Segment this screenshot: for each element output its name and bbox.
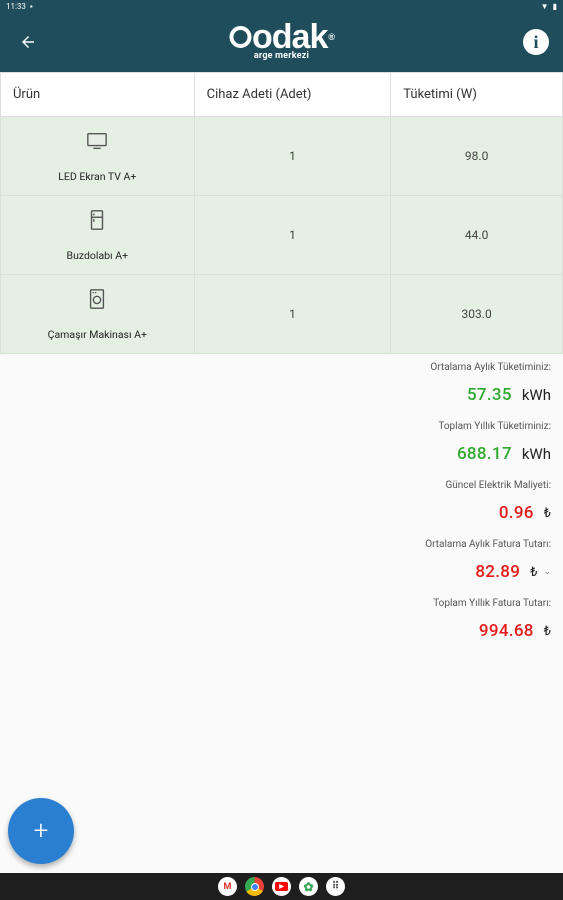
- add-icon: +: [33, 816, 49, 846]
- registered-mark: ®: [328, 32, 335, 42]
- taskbar: M ▶ ✿ ⠿: [0, 873, 563, 900]
- photos-icon[interactable]: ✿: [299, 877, 318, 896]
- summary-panel: Ortalama Aylık Tüketiminiz: 57.35 kWh To…: [425, 362, 551, 657]
- yearly-bill-unit: ₺: [543, 623, 551, 639]
- chrome-icon[interactable]: [245, 877, 264, 896]
- product-name: Buzdolabı A+: [66, 248, 129, 262]
- tv-icon: [87, 132, 108, 149]
- add-button[interactable]: +: [8, 798, 74, 864]
- table-row[interactable]: Buzdolabı A+ 1 44.0: [0, 195, 563, 275]
- app-bar: odak ® arge merkezi i: [0, 12, 563, 72]
- notification-icon: ▪: [29, 1, 33, 11]
- monthly-bill-unit: ₺: [530, 564, 538, 580]
- product-cell: Buzdolabı A+: [0, 195, 195, 275]
- product-cell: Çamaşır Makinası A+: [0, 274, 195, 354]
- product-table: Ürün Cihaz Adeti (Adet) Tüketimi (W) LED…: [0, 72, 563, 354]
- youtube-icon[interactable]: ▶: [272, 877, 291, 896]
- count-cell: 1: [193, 116, 392, 196]
- monthly-bill-value: 82.89: [475, 562, 521, 582]
- refrigerator-icon: [91, 209, 104, 230]
- yearly-consumption-unit: kWh: [521, 445, 551, 463]
- header-consumption: Tüketimi (W): [390, 72, 563, 117]
- consumption-cell: 98.0: [390, 116, 563, 196]
- electricity-price-unit: ₺: [543, 505, 551, 521]
- monthly-consumption-label: Ortalama Aylık Tüketiminiz:: [430, 362, 551, 373]
- header-product: Ürün: [0, 72, 195, 117]
- arrow-back-icon: [22, 36, 34, 48]
- back-button[interactable]: [14, 28, 42, 56]
- washing-machine-icon: [90, 288, 105, 309]
- info-button[interactable]: i: [523, 29, 549, 55]
- yearly-consumption-label: Toplam Yıllık Tüketiminiz:: [438, 421, 551, 432]
- battery-icon: ▮: [552, 1, 557, 11]
- app-logo: odak ® arge merkezi: [229, 18, 335, 61]
- logo-text: odak: [252, 18, 328, 56]
- table-header-row: Ürün Cihaz Adeti (Adet) Tüketimi (W): [0, 72, 563, 117]
- consumption-cell: 44.0: [390, 195, 563, 275]
- monthly-consumption-unit: kWh: [521, 386, 551, 404]
- electricity-price-label: Güncel Elektrik Maliyeti:: [445, 480, 551, 491]
- table-row[interactable]: Çamaşır Makinası A+ 1 303.0: [0, 274, 563, 354]
- monthly-bill-label: Ortalama Aylık Fatura Tutarı:: [425, 539, 551, 550]
- yearly-bill-value: 994.68: [478, 621, 534, 641]
- product-name: Çamaşır Makinası A+: [47, 327, 147, 341]
- info-icon: i: [533, 31, 539, 52]
- product-name: LED Ekran TV A+: [58, 169, 137, 183]
- table-row[interactable]: LED Ekran TV A+ 1 98.0: [0, 116, 563, 196]
- status-time: 11:33: [6, 1, 26, 11]
- yearly-consumption-value: 688.17: [456, 444, 512, 464]
- apps-icon[interactable]: ⠿: [326, 877, 345, 896]
- electricity-price-value: 0.96: [498, 503, 534, 523]
- globe-icon: [229, 26, 251, 48]
- status-bar: 11:33 ▪ ▼ ▮: [0, 0, 563, 12]
- header-count: Cihaz Adeti (Adet): [193, 72, 392, 117]
- product-cell: LED Ekran TV A+: [0, 116, 195, 196]
- wifi-icon: ▼: [540, 1, 549, 11]
- consumption-cell: 303.0: [390, 274, 563, 354]
- count-cell: 1: [193, 274, 392, 354]
- monthly-consumption-value: 57.35: [466, 385, 512, 405]
- count-cell: 1: [193, 195, 392, 275]
- chevron-down-icon: ⌄: [543, 567, 551, 577]
- gmail-icon[interactable]: M: [218, 877, 237, 896]
- yearly-bill-label: Toplam Yıllık Fatura Tutarı:: [433, 598, 551, 609]
